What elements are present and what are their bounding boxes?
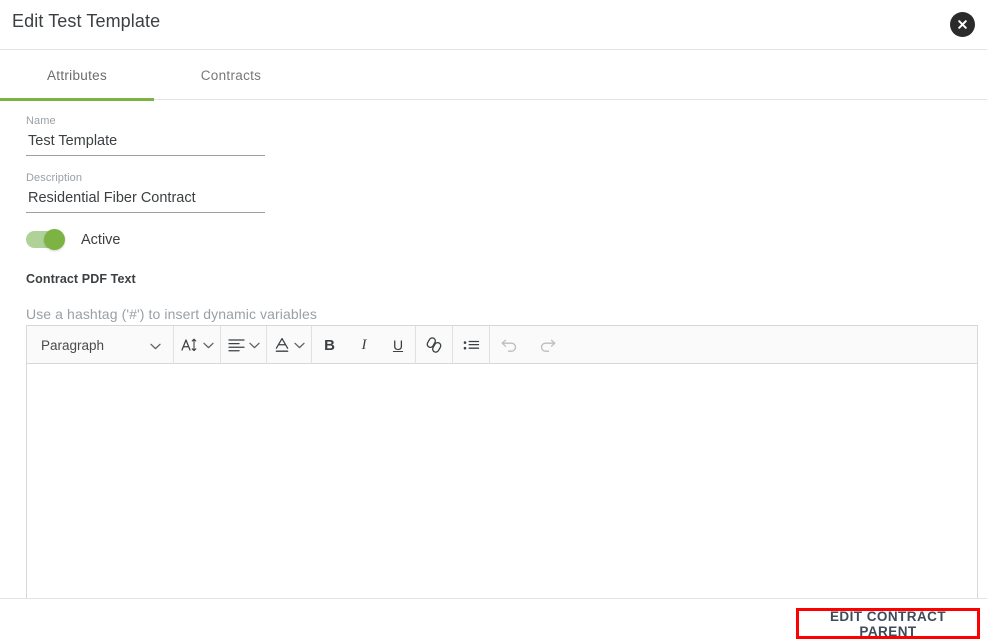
- description-field-label: Description: [26, 172, 83, 184]
- active-toggle-row: Active: [26, 229, 121, 250]
- editor-toolbar: Paragraph B I U: [27, 326, 977, 364]
- toolbar-group-align: [221, 326, 267, 364]
- block-format-dropdown[interactable]: Paragraph: [27, 326, 173, 364]
- edit-contract-parent-highlight: EDIT CONTRACT PARENT: [796, 608, 980, 639]
- chevron-down-icon: [294, 336, 305, 354]
- tab-bar: Attributes Contracts: [0, 50, 987, 101]
- description-field-underline: [26, 212, 265, 213]
- italic-button[interactable]: I: [347, 326, 381, 364]
- chevron-down-icon: [150, 338, 161, 353]
- toggle-knob: [44, 229, 65, 250]
- underline-button[interactable]: U: [381, 326, 415, 364]
- tab-contracts-label: Contracts: [200, 67, 262, 83]
- toolbar-group-list: [453, 326, 490, 364]
- toolbar-group-text-style: B I U: [312, 326, 416, 364]
- name-input[interactable]: [26, 128, 265, 153]
- link-icon[interactable]: [416, 326, 452, 364]
- contract-pdf-text-heading: Contract PDF Text: [26, 272, 136, 286]
- page-title: Edit Test Template: [12, 11, 161, 31]
- toolbar-group-link: [416, 326, 453, 364]
- dialog-footer: EDIT CONTRACT PARENT: [0, 598, 987, 644]
- description-field-group: Description: [26, 171, 265, 213]
- bold-button[interactable]: B: [312, 326, 347, 364]
- font-size-icon[interactable]: [174, 326, 220, 364]
- active-toggle[interactable]: [26, 229, 65, 250]
- bullet-list-icon[interactable]: [453, 326, 489, 364]
- close-icon[interactable]: [950, 12, 975, 37]
- block-format-value: Paragraph: [41, 337, 105, 353]
- rich-text-editor: Paragraph B I U: [26, 325, 978, 644]
- text-align-icon[interactable]: [221, 326, 266, 364]
- chevron-down-icon: [203, 336, 214, 354]
- tab-attributes[interactable]: Attributes: [0, 50, 154, 101]
- text-color-icon[interactable]: [267, 326, 311, 364]
- edit-contract-parent-button[interactable]: EDIT CONTRACT PARENT: [799, 609, 977, 639]
- name-field-group: Name: [26, 114, 265, 156]
- toolbar-group-text-color: [267, 326, 312, 364]
- tab-contracts[interactable]: Contracts: [154, 50, 308, 100]
- description-input[interactable]: [26, 185, 265, 210]
- toolbar-group-history: [490, 326, 566, 364]
- chevron-down-icon: [249, 336, 260, 354]
- name-field-label: Name: [26, 115, 56, 127]
- dialog-body: Name Description Active Contract PDF Tex…: [0, 100, 987, 644]
- tab-attributes-label: Attributes: [46, 67, 108, 83]
- hashtag-hint-text: Use a hashtag ('#') to insert dynamic va…: [26, 306, 317, 322]
- active-toggle-label: Active: [81, 231, 121, 248]
- undo-icon[interactable]: [490, 326, 528, 364]
- dialog-header: Edit Test Template: [0, 0, 987, 50]
- name-field-underline: [26, 155, 265, 156]
- redo-icon[interactable]: [528, 326, 566, 364]
- toolbar-group-block-format: Paragraph: [27, 326, 174, 364]
- edit-test-template-dialog: Edit Test Template Attributes Contracts …: [0, 0, 987, 644]
- toolbar-group-font-size: [174, 326, 221, 364]
